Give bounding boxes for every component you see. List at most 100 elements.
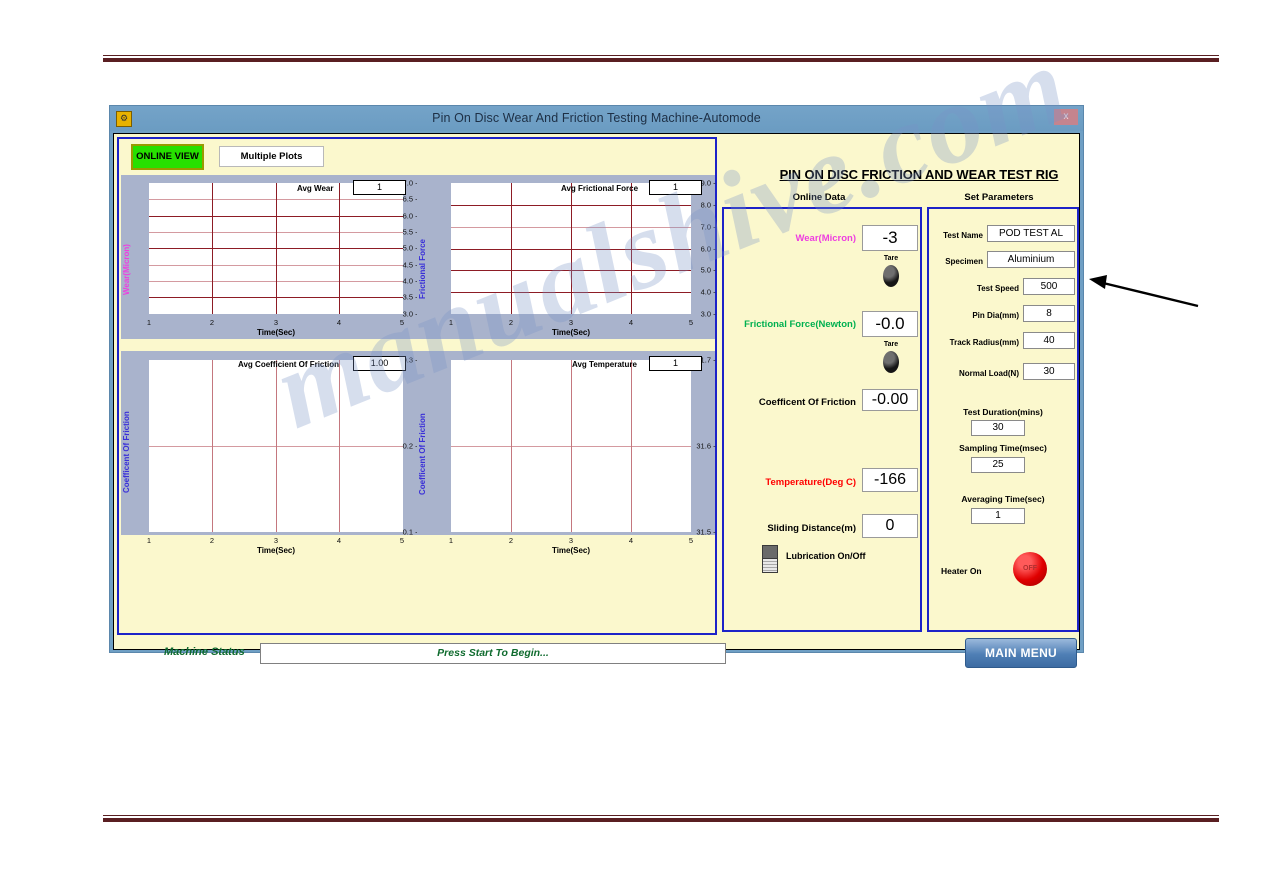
ytick: 6.5 - — [402, 194, 418, 204]
track-radius-field[interactable]: 40 — [1023, 332, 1075, 349]
xtick: 5 — [399, 536, 405, 545]
wear-tare-knob[interactable] — [883, 265, 899, 287]
machine-status-label: Machine Status — [164, 646, 245, 658]
chart-avg-frictional-force: Frictional Force 9.0 - 8.0 - 7.0 - 6.0 -… — [417, 175, 716, 339]
chart-avg-wear-ylabel: Wear(Micron) — [122, 244, 131, 295]
wear-value[interactable]: -3 — [862, 225, 918, 251]
chart-avg-temperature-plot-area — [451, 360, 691, 532]
chart-avg-temperature: Coefficent Of Friction 31.7 - 31.6 - 31.… — [417, 351, 716, 555]
chart-avg-frictional-force-ylabel: Frictional Force — [418, 238, 427, 299]
specimen-label: Specimen — [945, 257, 983, 266]
ytick: 3.5 - — [402, 292, 418, 302]
xtick: 3 — [273, 318, 279, 327]
xtick: 1 — [146, 318, 152, 327]
ytick: 31.5 - — [696, 527, 716, 537]
frictional-force-tare-knob[interactable] — [883, 351, 899, 373]
page-rule-top — [103, 55, 1219, 62]
lubrication-label: Lubrication On/Off — [786, 551, 866, 561]
xtick: 3 — [568, 318, 574, 327]
window-client-area: ONLINE VIEW Multiple Plots Wear(Micron) — [113, 133, 1080, 668]
rule-thick-line — [103, 818, 1219, 822]
normal-load-label: Normal Load(N) — [959, 369, 1019, 378]
online-view-button[interactable]: ONLINE VIEW — [131, 144, 204, 170]
set-parameters-panel: Test Name POD TEST AL Specimen Aluminium… — [927, 207, 1079, 632]
chart-avg-coefficient-of-friction: Coefficent Of Friction 0.3 - 0.2 - 0.1 -… — [121, 351, 418, 555]
ytick: 5.0 - — [402, 243, 418, 253]
normal-load-field[interactable]: 30 — [1023, 363, 1075, 380]
sampling-time-field[interactable]: 25 — [971, 457, 1025, 473]
sliding-distance-value[interactable]: 0 — [862, 514, 918, 538]
online-data-heading: Online Data — [792, 192, 846, 203]
window-title: Pin On Disc Wear And Friction Testing Ma… — [432, 111, 761, 125]
xtick: 1 — [448, 536, 454, 545]
close-icon[interactable]: x — [1054, 109, 1078, 125]
xtick: 4 — [336, 536, 342, 545]
title-bar[interactable]: ⚙ Pin On Disc Wear And Friction Testing … — [110, 106, 1083, 131]
xtick: 4 — [628, 536, 634, 545]
chart-avg-coefficient-of-friction-plot-area — [149, 360, 403, 532]
test-duration-field[interactable]: 30 — [971, 420, 1025, 436]
rule-thin-line — [103, 815, 1219, 816]
ytick: 4.0 - — [402, 276, 418, 286]
ytick: 4.5 - — [402, 260, 418, 270]
right-panel: PIN ON DISC FRICTION AND WEAR TEST RIG O… — [719, 137, 1079, 635]
coefficient-of-friction-label: Coefficent Of Friction — [758, 397, 856, 408]
page-title: PIN ON DISC FRICTION AND WEAR TEST RIG — [779, 167, 1059, 182]
wear-tare-label: Tare — [883, 255, 899, 262]
specimen-field[interactable]: Aluminium — [987, 251, 1075, 268]
switch-base — [762, 559, 778, 573]
test-speed-field[interactable]: 500 — [1023, 278, 1075, 295]
chart-avg-wear-value[interactable]: 1 — [353, 180, 406, 195]
xtick: 2 — [508, 318, 514, 327]
annotation-arrow-icon — [1089, 275, 1199, 308]
machine-status-message: Press Start To Begin... — [260, 643, 726, 664]
coefficient-of-friction-value[interactable]: -0.00 — [862, 389, 918, 411]
averaging-time-label: Averaging Time(sec) — [961, 494, 1045, 504]
main-menu-button[interactable]: MAIN MENU — [965, 638, 1077, 668]
test-name-label: Test Name — [943, 231, 983, 240]
xtick: 3 — [568, 536, 574, 545]
rule-thick-line — [103, 58, 1219, 62]
xtick: 2 — [508, 536, 514, 545]
chart-avg-wear-xlabel: Time(Sec) — [256, 328, 296, 337]
sampling-time-label: Sampling Time(msec) — [959, 443, 1047, 453]
online-data-panel: Wear(Micron) -3 Tare Frictional Force(Ne… — [722, 207, 922, 632]
lubrication-toggle-switch[interactable] — [762, 545, 778, 573]
pin-dia-label: Pin Dia(mm) — [972, 311, 1019, 320]
ytick: 3.0 - — [700, 309, 716, 319]
xtick: 2 — [209, 536, 215, 545]
xtick: 5 — [688, 318, 694, 327]
chart-avg-frictional-force-xlabel: Time(Sec) — [551, 328, 591, 337]
sliding-distance-label: Sliding Distance(m) — [767, 523, 856, 534]
ytick: 5.0 - — [700, 265, 716, 275]
heater-status-indicator[interactable]: OFF — [1013, 552, 1047, 586]
ytick: 6.0 - — [402, 211, 418, 221]
xtick: 5 — [688, 536, 694, 545]
multiple-plots-selector[interactable]: Multiple Plots — [219, 146, 324, 167]
chart-avg-temperature-xlabel: Time(Sec) — [551, 546, 591, 555]
chart-avg-frictional-force-plot-area — [451, 183, 691, 314]
chart-avg-frictional-force-value[interactable]: 1 — [649, 180, 702, 195]
chart-avg-temperature-value[interactable]: 1 — [649, 356, 702, 371]
pin-dia-field[interactable]: 8 — [1023, 305, 1075, 322]
chart-avg-frictional-force-legend: Avg Frictional Force — [561, 184, 639, 193]
test-speed-label: Test Speed — [976, 284, 1019, 293]
chart-avg-wear: Wear(Micron) 7.0 - 6.5 - 6.0 - 5.5 - 5.0… — [121, 175, 418, 339]
xtick: 4 — [336, 318, 342, 327]
frictional-force-value[interactable]: -0.0 — [862, 311, 918, 337]
track-radius-label: Track Radius(mm) — [949, 338, 1019, 347]
averaging-time-field[interactable]: 1 — [971, 508, 1025, 524]
page-rule-bottom — [103, 815, 1219, 822]
chart-avg-coefficient-of-friction-value[interactable]: 1.00 — [353, 356, 406, 371]
temperature-value[interactable]: -166 — [862, 468, 918, 492]
ytick: 6.0 - — [700, 244, 716, 254]
frictional-force-label: Frictional Force(Newton) — [744, 319, 856, 330]
chart-avg-coefficient-of-friction-legend: Avg Coefficient Of Friction — [238, 360, 340, 369]
ytick: 7.0 - — [700, 222, 716, 232]
test-name-field[interactable]: POD TEST AL — [987, 225, 1075, 242]
xtick: 3 — [273, 536, 279, 545]
temperature-label: Temperature(Deg C) — [765, 477, 856, 488]
xtick: 5 — [399, 318, 405, 327]
ytick: 8.0 - — [700, 200, 716, 210]
chart-avg-wear-legend: Avg Wear — [297, 184, 334, 193]
